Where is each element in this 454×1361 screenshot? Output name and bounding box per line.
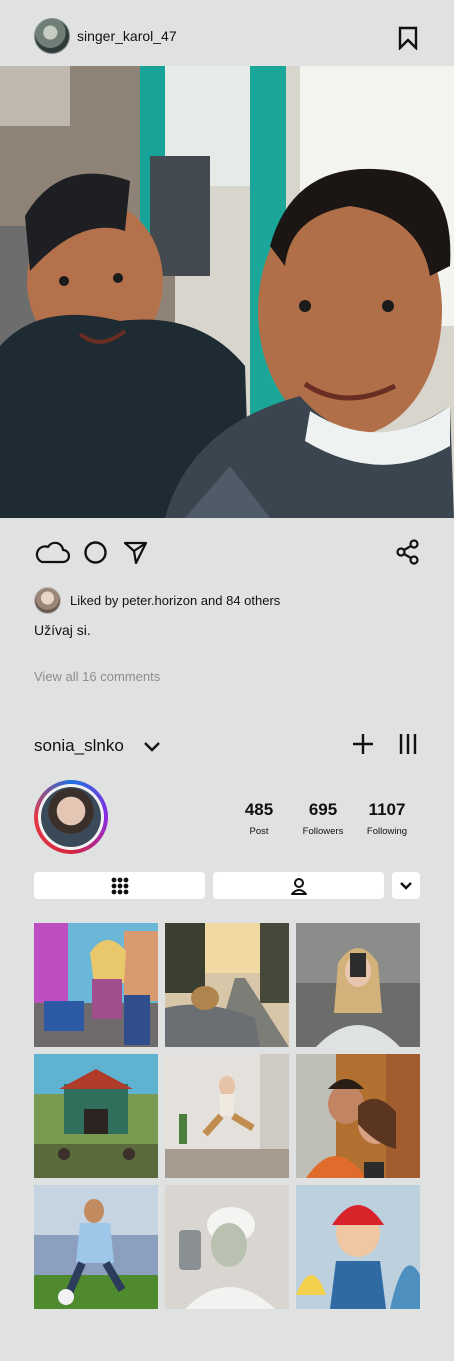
stat-followers[interactable]: 695 Followers — [288, 800, 358, 837]
post-author-avatar[interactable] — [34, 18, 70, 54]
liker-avatar[interactable] — [34, 587, 61, 614]
tab-tagged[interactable] — [213, 872, 384, 899]
stat-following[interactable]: 1107 Following — [352, 800, 422, 837]
stat-followers-label: Followers — [302, 826, 344, 837]
chevron-down-icon[interactable] — [143, 740, 161, 754]
stat-following-value: 1107 — [368, 800, 406, 819]
grid-tile[interactable] — [165, 1054, 289, 1178]
post-photo[interactable] — [0, 66, 454, 518]
profile-username[interactable]: sonia_slnko — [34, 736, 124, 756]
menu-icon[interactable] — [399, 733, 417, 755]
more-options-button[interactable] — [392, 872, 420, 899]
stat-posts-label: Post — [249, 826, 269, 837]
profile-avatar[interactable] — [34, 780, 108, 854]
stat-posts-value: 485 — [244, 800, 274, 819]
post-caption: Užívaj si. — [34, 622, 91, 638]
tab-grid[interactable] — [34, 872, 205, 899]
view-comments-link[interactable]: View all 16 comments — [34, 669, 160, 684]
grid-tile[interactable] — [165, 1185, 289, 1309]
grid-tile[interactable] — [34, 1185, 158, 1309]
stat-following-label: Following — [366, 826, 408, 837]
plus-icon[interactable] — [352, 733, 374, 755]
person-icon — [290, 877, 307, 895]
grid-tile[interactable] — [34, 1054, 158, 1178]
post-author-username[interactable]: singer_karol_47 — [77, 28, 177, 44]
circle-icon[interactable] — [83, 540, 108, 565]
stat-followers-value: 695 — [308, 800, 338, 819]
chevron-down-icon — [400, 881, 412, 890]
grid-tile[interactable] — [296, 923, 420, 1047]
grid-tile[interactable] — [296, 1185, 420, 1309]
likes-summary[interactable]: Liked by peter.horizon and 84 others — [70, 593, 280, 608]
grid-icon — [111, 877, 128, 894]
bookmark-icon[interactable] — [397, 26, 419, 50]
grid-tile[interactable] — [34, 923, 158, 1047]
cloud-icon[interactable] — [34, 540, 70, 564]
stat-posts[interactable]: 485 Post — [224, 800, 294, 837]
send-icon[interactable] — [123, 540, 148, 565]
avatar-photo — [41, 787, 101, 847]
share-icon[interactable] — [395, 539, 420, 565]
grid-tile[interactable] — [165, 923, 289, 1047]
grid-tile[interactable] — [296, 1054, 420, 1178]
